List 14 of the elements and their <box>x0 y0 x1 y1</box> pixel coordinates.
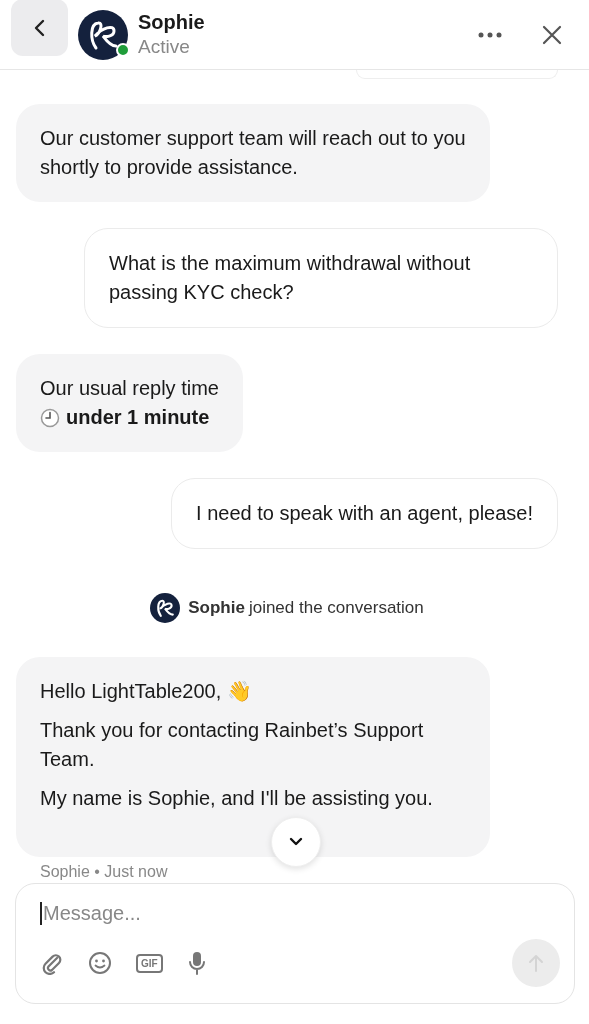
message-paragraph: Hello LightTable200, 👋 <box>40 679 253 704</box>
message-meta: Sophie • Just now <box>40 863 168 880</box>
system-agent-name: Sophie <box>188 598 245 618</box>
reply-time-value: under 1 minute <box>66 405 210 430</box>
reply-time-label: Our usual reply time <box>40 376 219 401</box>
user-message: What is the maximum withdrawal without passing KYC check? <box>84 228 558 328</box>
message-paragraph: Thank you for contacting Rainbet’s Support Team. <box>40 718 425 772</box>
agent-name: Sophie <box>138 11 205 34</box>
system-message: joined the conversation <box>248 598 424 618</box>
message-paragraph: My name is Sophie, and I'll be assisting you. <box>40 786 434 811</box>
gif-button[interactable]: GIF <box>136 953 163 973</box>
user-message: I need to speak with an agent, please! <box>171 478 558 549</box>
agent-message: Our customer support team will reach out to you shortly to provide assistance. <box>16 104 490 202</box>
agent-status: Active <box>138 36 191 58</box>
